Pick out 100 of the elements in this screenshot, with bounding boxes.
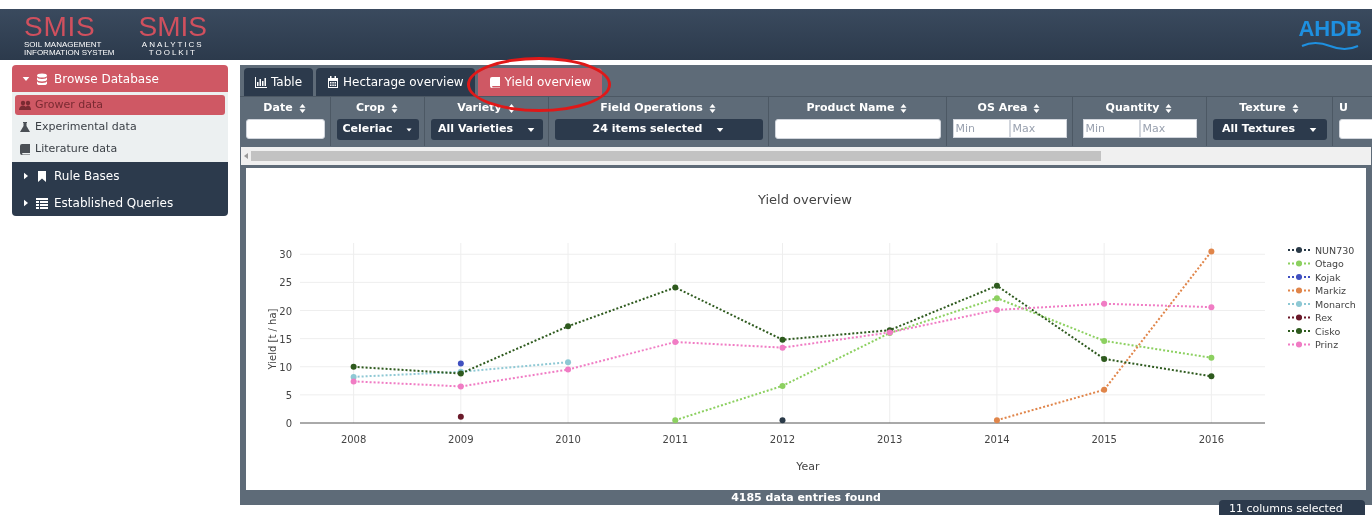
point bbox=[350, 363, 357, 370]
logo-subtitle: SOIL MANAGEMENT bbox=[24, 40, 103, 49]
column-heading[interactable]: Crop bbox=[356, 101, 399, 115]
filter-input[interactable] bbox=[1339, 119, 1372, 139]
point bbox=[1101, 300, 1108, 307]
legend-label[interactable]: Cisko bbox=[1315, 325, 1341, 337]
column-heading[interactable]: Quantity bbox=[1105, 101, 1174, 115]
axis-tick: 5 bbox=[285, 389, 292, 401]
column-heading[interactable]: Field Operations bbox=[600, 101, 717, 115]
columns-dropdown[interactable]: 11 columns selected bbox=[1219, 500, 1365, 515]
column-heading[interactable]: Date bbox=[263, 101, 307, 115]
point bbox=[1101, 386, 1108, 393]
tab[interactable]: Hectarage overview bbox=[316, 68, 475, 96]
point bbox=[565, 366, 572, 373]
caret-down-icon bbox=[526, 125, 535, 134]
range-input[interactable]: Max bbox=[1009, 119, 1067, 138]
range-input[interactable]: Min bbox=[952, 119, 1010, 138]
point bbox=[1208, 248, 1215, 255]
column-heading[interactable]: Variety bbox=[457, 101, 516, 115]
axis-tick: 2013 bbox=[877, 434, 903, 445]
legend-swatch[interactable] bbox=[1287, 260, 1311, 267]
legend-label[interactable]: Rex bbox=[1315, 312, 1333, 323]
range-input[interactable]: Min bbox=[1082, 119, 1140, 138]
column-heading[interactable]: Texture bbox=[1239, 101, 1300, 115]
caret-down-icon bbox=[22, 74, 30, 83]
logo-subtitle: TOOLKIT bbox=[148, 48, 197, 57]
point bbox=[672, 284, 679, 291]
sidebar-item[interactable]: Literature data bbox=[15, 139, 225, 159]
axis-tick: 30 bbox=[279, 249, 292, 261]
legend-label[interactable]: NUN730 bbox=[1315, 244, 1355, 256]
filter-dropdown[interactable]: All Varieties bbox=[430, 119, 543, 140]
logo-subtitle: ANALYTICS bbox=[141, 40, 204, 49]
filter-dropdown[interactable]: 24 items selected bbox=[554, 119, 763, 140]
legend-label[interactable]: Monarch bbox=[1315, 298, 1356, 310]
axis-tick: 10 bbox=[279, 361, 292, 373]
legend-label[interactable]: Prinz bbox=[1315, 339, 1339, 350]
axis-tick: 20 bbox=[279, 305, 292, 317]
filter-input[interactable] bbox=[774, 119, 941, 139]
legend-swatch[interactable] bbox=[1287, 301, 1311, 307]
axis-tick: 2009 bbox=[448, 434, 474, 445]
point bbox=[1208, 304, 1215, 311]
axis-tick: 25 bbox=[279, 277, 292, 289]
logo-text: SMIS bbox=[24, 12, 97, 41]
legend-swatch[interactable] bbox=[1287, 341, 1311, 348]
legend-swatch[interactable] bbox=[1287, 274, 1311, 280]
database-icon bbox=[36, 72, 48, 85]
sidebar-section[interactable]: Rule Bases bbox=[12, 162, 228, 189]
filter-input[interactable] bbox=[245, 119, 325, 139]
legend-label[interactable]: Markiz bbox=[1315, 285, 1347, 296]
point bbox=[457, 383, 464, 390]
caret-down-icon bbox=[406, 125, 413, 134]
point bbox=[672, 417, 679, 424]
point bbox=[993, 295, 1000, 302]
chart-title: Yield overview bbox=[758, 192, 852, 207]
sidebar-section[interactable]: Established Queries bbox=[12, 189, 228, 216]
filter-dropdown[interactable]: Celeriac bbox=[336, 119, 419, 140]
column-heading[interactable]: OS Area bbox=[977, 101, 1042, 115]
tab[interactable]: Table bbox=[244, 68, 314, 96]
scroll-left-icon[interactable] bbox=[244, 153, 248, 159]
point bbox=[1101, 337, 1108, 344]
partner-logo: AHDB bbox=[1298, 17, 1362, 40]
legend-swatch[interactable] bbox=[1287, 314, 1311, 321]
list-icon bbox=[36, 196, 48, 209]
entries-count: 4185 data entries found bbox=[731, 492, 881, 503]
caret-down-icon bbox=[1309, 125, 1317, 134]
tab[interactable]: Yield overview bbox=[477, 68, 603, 96]
users-icon bbox=[19, 99, 31, 111]
sidebar-item[interactable]: Experimental data bbox=[15, 117, 225, 137]
filter-dropdown[interactable]: All Textures bbox=[1212, 119, 1327, 140]
sidebar-section[interactable]: Browse Database bbox=[12, 65, 228, 92]
axis-tick: 2012 bbox=[769, 434, 796, 445]
sort-icon bbox=[1164, 103, 1174, 113]
scrollbar-thumb[interactable] bbox=[251, 151, 1101, 161]
sort-icon bbox=[707, 103, 717, 113]
legend-swatch[interactable] bbox=[1287, 247, 1311, 253]
bar-chart-icon bbox=[255, 76, 267, 88]
point bbox=[993, 417, 1000, 424]
column-heading[interactable]: U bbox=[1339, 101, 1348, 115]
sort-icon bbox=[899, 103, 909, 113]
legend-swatch[interactable] bbox=[1287, 287, 1311, 294]
column-heading[interactable]: Product Name bbox=[806, 101, 909, 115]
legend-label[interactable]: Otago bbox=[1315, 258, 1344, 269]
axis-label: Year bbox=[796, 460, 820, 473]
point bbox=[993, 282, 1000, 289]
point bbox=[565, 323, 572, 330]
logo-text: SMIS bbox=[138, 12, 207, 41]
legend-label[interactable]: Kojak bbox=[1315, 271, 1341, 283]
point bbox=[779, 344, 786, 351]
bookmark-icon bbox=[36, 169, 48, 182]
point bbox=[993, 306, 1000, 313]
axis-tick: 2014 bbox=[984, 434, 1010, 445]
book-icon bbox=[488, 76, 501, 88]
caret-right-icon bbox=[22, 198, 30, 207]
point bbox=[350, 378, 357, 385]
point bbox=[565, 359, 572, 366]
axis-tick: 0 bbox=[285, 418, 292, 429]
range-input[interactable]: Max bbox=[1139, 119, 1197, 138]
legend-swatch[interactable] bbox=[1287, 328, 1311, 334]
point bbox=[779, 336, 786, 343]
logo-subtitle: INFORMATION SYSTEM bbox=[24, 48, 115, 57]
